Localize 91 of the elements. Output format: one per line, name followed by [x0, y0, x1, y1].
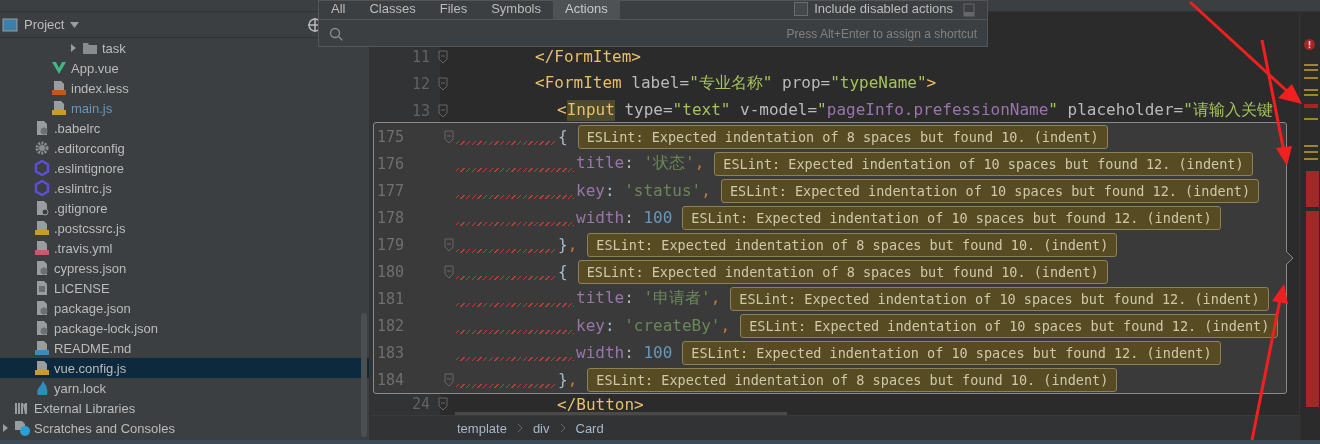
- fold-marker-icon[interactable]: [437, 49, 448, 64]
- panel-title[interactable]: Project: [24, 17, 65, 32]
- libraries-icon: [14, 400, 30, 416]
- code-text: },: [558, 370, 578, 389]
- code-text: title: '状态',: [576, 153, 705, 174]
- lint-message: ESLint: Expected indentation of 8 spaces but found 10. (indent): [587, 232, 1118, 257]
- lint-message: ESLint: Expected indentation of 10 spaces but found 12. (indent): [730, 286, 1269, 311]
- tree-item[interactable]: LICENSE: [0, 278, 369, 298]
- text-file-icon: [34, 280, 50, 296]
- fold-marker-icon[interactable]: [443, 237, 454, 252]
- code-text: },: [558, 235, 578, 254]
- gear-icon: [34, 140, 50, 156]
- tree-item[interactable]: .postcssrc.js: [0, 218, 369, 238]
- fold-marker-icon[interactable]: [437, 76, 448, 91]
- file-icon: [34, 340, 50, 356]
- code-text: width: 100: [576, 343, 673, 362]
- code-text: width: 100: [576, 208, 673, 227]
- code-text: key: 'status',: [576, 181, 711, 200]
- code-text: </Button>: [557, 394, 644, 414]
- lint-message: ESLint: Expected indentation of 8 spaces but found 10. (indent): [587, 367, 1118, 392]
- lint-message: ESLint: Expected indentation of 10 spaces but found 12. (indent): [720, 178, 1260, 203]
- tab[interactable]: Symbols: [479, 0, 553, 19]
- tree-item[interactable]: External Libraries: [0, 398, 369, 418]
- lint-message: ESLint: Expected indentation of 10 spaces but found 12. (indent): [714, 151, 1253, 176]
- code-text: {: [558, 127, 568, 146]
- tree-item[interactable]: .eslintrc.js: [0, 178, 369, 198]
- tab[interactable]: Files: [427, 0, 480, 19]
- chevron-icon: [559, 423, 566, 434]
- code-text: <FormItem label="专业名称" prop="typeName">: [535, 73, 937, 94]
- code-text: {: [558, 262, 568, 281]
- tab[interactable]: All: [319, 0, 358, 19]
- tab[interactable]: Classes: [357, 0, 428, 19]
- scratch-file-icon: [14, 420, 30, 436]
- config-file-icon: [34, 300, 50, 316]
- config-file-icon: [34, 320, 50, 336]
- tree-item[interactable]: index.less: [0, 78, 369, 98]
- fold-marker-icon[interactable]: [437, 103, 448, 118]
- breadcrumb[interactable]: template: [457, 420, 507, 436]
- code-text: title: '申请者',: [576, 288, 721, 309]
- lint-message: ESLint: Expected indentation of 10 spaces but found 12. (indent): [682, 205, 1221, 230]
- search-icon: [329, 26, 343, 41]
- error-marker[interactable]: [1306, 211, 1319, 407]
- file-icon: [51, 100, 67, 116]
- scrollbar-thumb[interactable]: [361, 313, 367, 437]
- breadcrumb[interactable]: Card: [575, 420, 604, 436]
- file-icon: [51, 80, 67, 96]
- tree-item[interactable]: yarn.lock: [0, 378, 369, 398]
- tree-item[interactable]: cypress.json: [0, 258, 369, 278]
- breadcrumb[interactable]: div: [532, 420, 550, 436]
- tree-item[interactable]: vue.config.js: [0, 358, 369, 378]
- tree-item[interactable]: README.md: [0, 338, 369, 358]
- tree-item[interactable]: package.json: [0, 298, 369, 318]
- ignore-file-icon: [34, 200, 50, 216]
- v-icon: [51, 60, 67, 76]
- fold-marker-icon[interactable]: [437, 397, 448, 411]
- expand-arrow-icon[interactable]: [68, 43, 78, 53]
- ring-icon: [34, 160, 50, 176]
- tree-item[interactable]: .travis.yml: [0, 238, 369, 258]
- window-icon: [2, 16, 18, 33]
- lint-message: ESLint: Expected indentation of 10 spaces but found 12. (indent): [740, 313, 1279, 338]
- file-icon: [34, 240, 50, 256]
- folder-icon: [82, 40, 98, 56]
- ring-icon: [34, 180, 50, 196]
- lint-message: ESLint: Expected indentation of 10 spaces but found 12. (indent): [682, 340, 1221, 365]
- lint-message: ESLint: Expected indentation of 8 spaces but found 10. (indent): [577, 259, 1108, 284]
- fold-marker-icon[interactable]: [443, 372, 454, 387]
- code-text: </FormItem>: [535, 47, 641, 66]
- tree-item[interactable]: .gitignore: [0, 198, 369, 218]
- code-text: key: 'createBy',: [576, 316, 731, 335]
- caret-icon[interactable]: [70, 21, 80, 28]
- tree-item[interactable]: .editorconfig: [0, 138, 369, 158]
- fold-marker-icon[interactable]: [443, 129, 454, 144]
- expand-arrow-icon[interactable]: [0, 423, 10, 433]
- hint-text: Press Alt+Enter to assign a shortcut: [786, 26, 977, 41]
- file-icon: [34, 220, 50, 236]
- file-icon: [34, 360, 50, 376]
- tree-item[interactable]: package-lock.json: [0, 318, 369, 338]
- tree-item[interactable]: .eslintignore: [0, 158, 369, 178]
- code-text: <Input type="text" v-model="pageInfo.prefessionName" placeholder="请输入关键: [557, 100, 1273, 121]
- tree-item[interactable]: Scratches and Consoles: [0, 418, 369, 438]
- error-marker[interactable]: [1306, 171, 1319, 207]
- error-icon[interactable]: [1304, 39, 1315, 50]
- config-file-icon: [34, 260, 50, 276]
- fold-marker-icon[interactable]: [443, 264, 454, 279]
- tree-item[interactable]: .babelrc: [0, 118, 369, 138]
- config-file-icon: [34, 120, 50, 136]
- chevron-icon: [516, 423, 523, 434]
- tree-item[interactable]: App.vue: [0, 58, 369, 78]
- lint-message: ESLint: Expected indentation of 8 spaces but found 10. (indent): [577, 124, 1108, 149]
- tree-item[interactable]: main.js: [0, 98, 369, 118]
- tab[interactable]: Actions: [553, 0, 620, 19]
